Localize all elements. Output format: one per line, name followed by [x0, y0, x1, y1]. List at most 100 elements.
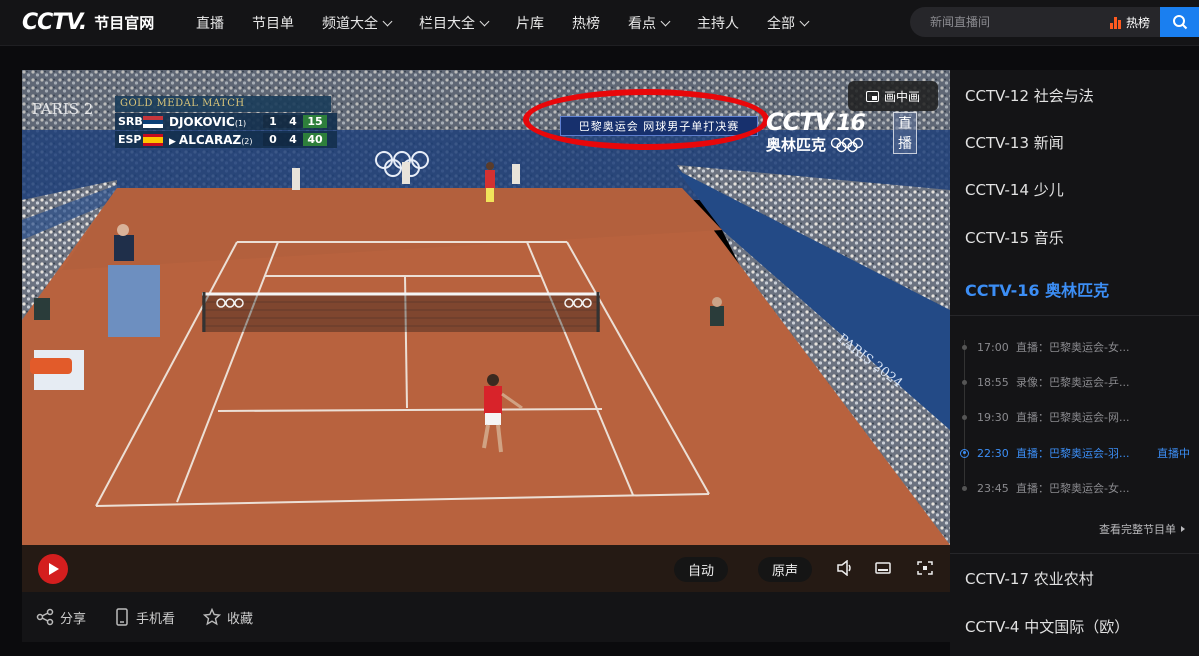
phone-icon	[116, 608, 128, 626]
channel-bug-brand: CCTV 16	[766, 108, 866, 136]
schedule-item[interactable]: 23:45 直播：巴黎奥运会-女...	[950, 478, 1199, 498]
score-row: SRB DJOKOVIC(1) 1 4 15	[115, 113, 337, 130]
live-tag: 直播	[893, 112, 917, 154]
olympic-rings-icon	[830, 137, 864, 152]
nav-label: 看点	[628, 16, 656, 32]
player-logo-button[interactable]	[38, 554, 68, 584]
share-label: 分享	[60, 611, 87, 627]
search-button[interactable]	[1160, 7, 1199, 37]
channel-bug-cctv: CCTV	[766, 108, 833, 136]
quality-auto-button[interactable]: 自动	[674, 557, 729, 582]
player-name-text: DJOKOVIC	[169, 114, 235, 129]
nav-item-programs[interactable]: 栏目大全	[419, 13, 490, 33]
schedule-item[interactable]: 19:30 直播：巴黎奥运会-网...	[950, 407, 1199, 427]
video-player[interactable]: PARIS 2 PARIS 2024 GOLD MEDAL MATCH SRB …	[22, 70, 950, 592]
schedule-time: 23:45	[977, 481, 1009, 495]
live-now-badge: 直播中	[1157, 447, 1190, 460]
spain-flag-icon	[143, 133, 163, 146]
schedule-time: 22:30	[977, 446, 1009, 460]
search-input[interactable]	[910, 15, 1080, 29]
schedule-time: 18:55	[977, 375, 1009, 389]
timeline-dot	[962, 414, 967, 420]
star-icon	[203, 608, 222, 626]
top-nav-bar: CCTV. 节目官网 直播 节目单 频道大全 栏目大全 片库 热榜 看点 主持人…	[0, 0, 1199, 46]
picture-in-picture-button[interactable]: 画中画	[848, 81, 938, 111]
share-button[interactable]: 分享	[36, 608, 86, 627]
nav-label: 栏目大全	[419, 16, 475, 32]
scoreboard: GOLD MEDAL MATCH SRB DJOKOVIC(1) 1 4 15 …	[113, 96, 337, 150]
caret-right-icon	[1181, 526, 1185, 532]
schedule-item[interactable]: 18:55 录像：巴黎奥运会-乒...	[950, 372, 1199, 392]
full-schedule-link[interactable]: 查看完整节目单	[1099, 521, 1185, 537]
timeline-dot	[962, 379, 967, 385]
nav-item-all[interactable]: 全部	[767, 13, 810, 33]
fullscreen-icon[interactable]	[916, 560, 934, 576]
game-points: 40	[303, 133, 327, 146]
sidebar-divider	[950, 315, 1199, 316]
set-score: 4	[283, 115, 303, 128]
nav-item-hot[interactable]: 热榜	[572, 13, 600, 33]
score-row: ESP ▶ ALCARAZ(2) 0 4 40	[115, 131, 337, 148]
audio-track-button[interactable]: 原声	[758, 557, 813, 582]
cctv-logo[interactable]: CCTV. 节目官网	[22, 8, 154, 36]
schedule-item[interactable]: 17:00 直播：巴黎奥运会-女...	[950, 337, 1199, 357]
game-points: 15	[303, 115, 327, 128]
nav-item-live[interactable]: 直播	[196, 13, 224, 33]
nav-label: 节目单	[252, 16, 294, 32]
player-seed: (1)	[234, 118, 247, 128]
hot-chart-icon	[1109, 16, 1122, 29]
player-name: ▶ ALCARAZ(2)	[169, 133, 263, 147]
channel-item-cctv13[interactable]: CCTV-13 新闻	[965, 132, 1064, 153]
favorite-button[interactable]: 收藏	[203, 608, 253, 627]
volume-icon[interactable]	[836, 560, 854, 576]
hot-label: 热榜	[1125, 16, 1150, 30]
player-controls: 自动 原声	[22, 545, 950, 592]
main-nav: 直播 节目单 频道大全 栏目大全 片库 热榜 看点 主持人 全部	[196, 0, 836, 46]
channel-item-cctv4-europe[interactable]: CCTV-4 中文国际（欧）	[965, 616, 1129, 637]
now-playing-dot	[960, 448, 969, 458]
nav-item-channels[interactable]: 频道大全	[322, 13, 393, 33]
search-box: 热榜	[910, 7, 1160, 37]
channel-item-cctv17[interactable]: CCTV-17 农业农村	[965, 568, 1094, 589]
chevron-down-icon	[479, 16, 490, 26]
chevron-down-icon	[660, 16, 671, 26]
pip-label: 画中画	[883, 89, 920, 104]
nav-item-highlights[interactable]: 看点	[628, 13, 671, 33]
set-score: 4	[283, 133, 303, 146]
nav-item-library[interactable]: 片库	[516, 13, 544, 33]
schedule-title: 直播：巴黎奥运会-网...	[1016, 411, 1130, 424]
schedule-item-now-playing[interactable]: 22:30 直播：巴黎奥运会-羽... 直播中	[950, 443, 1199, 463]
country-code: SRB	[118, 115, 143, 128]
search-icon	[1172, 15, 1187, 30]
pip-icon	[865, 90, 879, 102]
channel-sidebar: CCTV-12 社会与法 CCTV-13 新闻 CCTV-14 少儿 CCTV-…	[950, 70, 1199, 656]
player-name: DJOKOVIC(1)	[169, 115, 263, 129]
nav-item-hosts[interactable]: 主持人	[697, 13, 739, 33]
phone-label: 手机看	[136, 611, 176, 627]
schedule-time: 17:00	[977, 340, 1009, 354]
serbia-flag-icon	[143, 115, 163, 128]
nav-label: 直播	[196, 16, 224, 32]
nav-item-schedule[interactable]: 节目单	[252, 13, 294, 33]
schedule-title: 直播：巴黎奥运会-羽...	[1016, 447, 1130, 460]
favorite-label: 收藏	[227, 611, 254, 627]
nav-label: 频道大全	[322, 16, 378, 32]
channel-item-cctv15[interactable]: CCTV-15 音乐	[965, 227, 1064, 248]
hot-list-link[interactable]: 热榜	[1109, 14, 1150, 31]
chevron-down-icon	[382, 16, 393, 26]
schedule-title: 直播：巴黎奥运会-女...	[1016, 341, 1130, 354]
sidebar-divider	[950, 553, 1199, 554]
watch-on-phone-button[interactable]: 手机看	[114, 608, 175, 627]
set-score: 1	[263, 115, 283, 128]
channel-item-cctv16-active[interactable]: CCTV-16 奥林匹克	[965, 277, 1109, 301]
channel-bug-name-text: 奥林匹克	[766, 136, 827, 154]
set-score: 0	[263, 133, 283, 146]
channel-item-cctv12[interactable]: CCTV-12 社会与法	[965, 85, 1094, 106]
theater-mode-icon[interactable]	[874, 560, 892, 576]
timeline-dot	[962, 485, 967, 491]
logo-mark: CCTV.	[22, 9, 87, 35]
channel-bug-name: 奥林匹克	[766, 134, 865, 155]
channel-item-cctv14[interactable]: CCTV-14 少儿	[965, 179, 1064, 200]
nav-label: 热榜	[572, 16, 600, 32]
nav-label: 片库	[516, 16, 544, 32]
